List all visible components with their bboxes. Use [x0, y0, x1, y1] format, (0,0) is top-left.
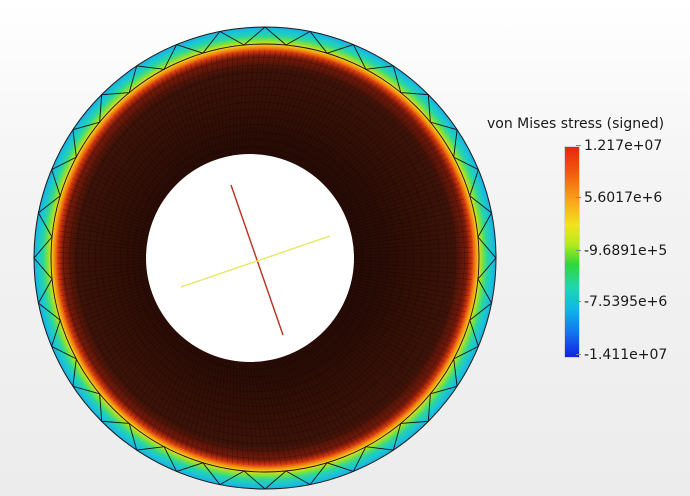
legend-tick-2: 5.6017e+6	[575, 191, 662, 205]
legend-title: von Mises stress (signed)	[487, 116, 665, 132]
render-viewport[interactable]: von Mises stress (signed) 1.217e+07 5.60…	[0, 0, 690, 496]
inner-hole	[146, 154, 354, 362]
legend-tick-max: 1.217e+07	[575, 139, 662, 153]
legend-tick-3: -9.6891e+5	[575, 244, 667, 258]
legend-tick-4: -7.5395e+6	[575, 295, 667, 309]
legend-tick-min: -1.411e+07	[575, 348, 667, 362]
